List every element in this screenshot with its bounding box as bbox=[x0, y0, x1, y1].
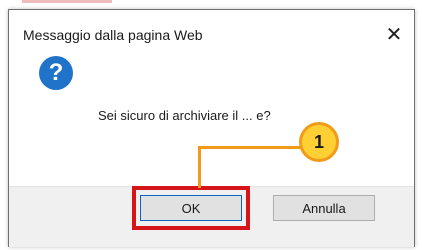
question-icon: ? bbox=[39, 56, 73, 90]
dialog-message: Sei sicuro di archiviare il ... e? bbox=[98, 108, 271, 123]
cancel-button[interactable]: Annulla bbox=[273, 195, 375, 221]
background-page-strip bbox=[0, 0, 422, 8]
dialog-title: Messaggio dalla pagina Web bbox=[23, 27, 203, 43]
dialog-titlebar: Messaggio dalla pagina Web ✕ bbox=[9, 10, 414, 56]
step-badge: 1 bbox=[299, 122, 339, 162]
background-red-marking bbox=[22, 0, 112, 3]
callout-connector-vertical bbox=[198, 148, 201, 188]
close-icon[interactable]: ✕ bbox=[380, 20, 408, 48]
callout-connector-horizontal bbox=[198, 146, 308, 149]
ok-highlight-frame bbox=[132, 186, 250, 230]
